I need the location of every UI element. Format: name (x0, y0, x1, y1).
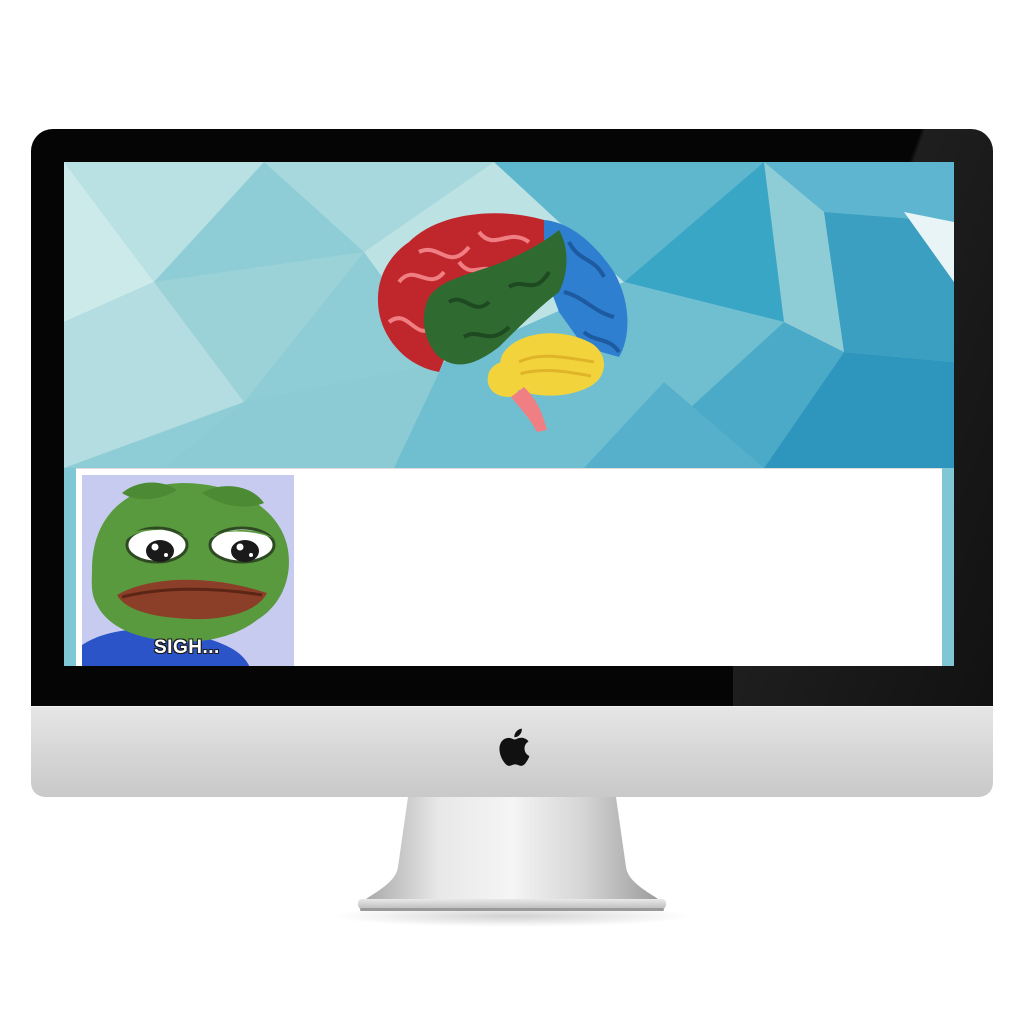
monitor-bezel: SIGH... (31, 129, 993, 706)
content-panel: SIGH... (76, 468, 942, 666)
monitor-chin (31, 706, 993, 797)
brain-illustration (377, 213, 628, 432)
sad-frog-image: SIGH... (82, 475, 294, 666)
meme-caption: SIGH... (154, 637, 220, 658)
monitor-stand (358, 797, 666, 911)
screen: SIGH... (64, 162, 954, 666)
monitor: SIGH... (31, 129, 993, 797)
apple-logo-icon (499, 728, 530, 766)
